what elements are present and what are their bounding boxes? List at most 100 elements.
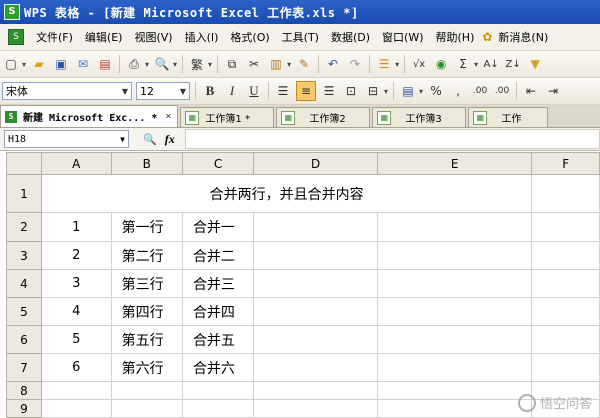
cell[interactable] (181, 399, 255, 418)
cell[interactable] (110, 399, 183, 418)
autosum-icon[interactable]: ◉ (432, 55, 450, 73)
cell-a[interactable]: 4 (40, 297, 112, 326)
select-all-corner[interactable] (6, 152, 42, 175)
cell-b[interactable]: 第四行 (110, 297, 183, 326)
column-header-e[interactable]: E (376, 152, 533, 175)
fx-icon[interactable]: √x (410, 55, 428, 73)
menu-insert[interactable]: 插入(I) (179, 29, 225, 45)
bold-button[interactable]: B (201, 82, 219, 100)
align-center-icon[interactable]: ≡ (296, 81, 316, 101)
sort-ascending-icon[interactable]: A↓ (482, 55, 500, 73)
cell-a[interactable]: 3 (40, 269, 112, 298)
cell-c[interactable]: 合并五 (181, 325, 255, 354)
document-icon[interactable]: S (8, 29, 24, 45)
zoom-icon[interactable]: 🔍 (143, 133, 157, 146)
decrease-indent-icon[interactable]: ⇤ (522, 82, 540, 100)
decrease-decimal-button[interactable]: .00 (493, 82, 511, 100)
cell[interactable] (531, 325, 600, 354)
cell[interactable] (376, 353, 533, 382)
tab-active-document[interactable]: S 新建 Microsoft Exc... * × (0, 105, 179, 127)
row-header[interactable]: 1 (6, 174, 42, 213)
cell[interactable] (253, 399, 378, 418)
close-icon[interactable]: × (165, 111, 171, 122)
cell[interactable] (531, 353, 600, 382)
cell[interactable] (376, 325, 533, 354)
row-header[interactable]: 6 (6, 325, 42, 354)
tab-workbook2[interactable]: ▦ 工作簿2 (276, 107, 371, 127)
print-icon[interactable]: ⎙ (125, 55, 143, 73)
cell[interactable] (253, 297, 378, 326)
merge-center-icon[interactable]: ⊡ (342, 82, 360, 100)
chevron-down-icon[interactable]: ▾ (145, 60, 149, 69)
cell[interactable] (253, 381, 378, 400)
align-left-icon[interactable]: ☰ (274, 82, 292, 100)
menu-help[interactable]: 帮助(H) (430, 29, 481, 45)
cell[interactable] (531, 269, 600, 298)
chevron-down-icon[interactable]: ▾ (287, 60, 291, 69)
tab-workbook4[interactable]: ▦ 工作 (468, 107, 549, 127)
cell[interactable] (376, 297, 533, 326)
cell[interactable] (531, 241, 600, 270)
menu-format[interactable]: 格式(O) (224, 29, 275, 45)
cell-c[interactable]: 合并一 (181, 212, 255, 242)
cell-b[interactable]: 第三行 (110, 269, 183, 298)
redo-icon[interactable]: ↷ (346, 55, 364, 73)
cell[interactable] (531, 174, 600, 213)
merged-cell-a1[interactable]: 合并两行，并且合并内容 (40, 174, 533, 213)
chevron-down-icon[interactable]: ▼ (180, 87, 186, 96)
formula-input[interactable] (184, 129, 600, 149)
column-header-f[interactable]: F (531, 152, 600, 175)
cell[interactable] (40, 381, 112, 400)
cell-a[interactable]: 1 (40, 212, 112, 242)
cell[interactable] (376, 381, 533, 400)
cell[interactable] (531, 212, 600, 242)
cell-b[interactable]: 第五行 (110, 325, 183, 354)
chevron-down-icon[interactable]: ▾ (384, 87, 388, 96)
menu-file[interactable]: 文件(F) (30, 29, 79, 45)
column-header-a[interactable]: A (40, 152, 112, 175)
cell-c[interactable]: 合并四 (181, 297, 255, 326)
thousands-separator-button[interactable]: , (449, 82, 467, 100)
mail-icon[interactable]: ✉ (74, 55, 92, 73)
increase-indent-icon[interactable]: ⇥ (544, 82, 562, 100)
menu-data[interactable]: 数据(D) (325, 29, 376, 45)
cut-icon[interactable]: ✂ (245, 55, 263, 73)
traditional-chinese-button[interactable]: 繁 (188, 55, 206, 73)
wrap-text-icon[interactable]: ⊟ (364, 82, 382, 100)
currency-icon[interactable]: ▤ (399, 82, 417, 100)
row-header[interactable]: 2 (6, 212, 42, 242)
print-preview-icon[interactable]: 🔍 (153, 55, 171, 73)
cell-b[interactable]: 第六行 (110, 353, 183, 382)
font-name-combo[interactable]: 宋体 ▼ (2, 82, 132, 100)
cell[interactable] (181, 381, 255, 400)
increase-decimal-button[interactable]: .00 (471, 82, 489, 100)
filter-icon[interactable]: ▼ (526, 55, 544, 73)
sort-icon[interactable]: ☰ (375, 55, 393, 73)
fx-icon[interactable]: fx (165, 132, 175, 147)
row-header[interactable]: 3 (6, 241, 42, 270)
cell[interactable] (376, 212, 533, 242)
cell-c[interactable]: 合并二 (181, 241, 255, 270)
cell[interactable] (531, 297, 600, 326)
cell[interactable] (110, 381, 183, 400)
chevron-down-icon[interactable]: ▾ (474, 60, 478, 69)
cell[interactable] (376, 269, 533, 298)
tab-workbook3[interactable]: ▦ 工作簿3 (372, 107, 467, 127)
chevron-down-icon[interactable]: ▾ (419, 87, 423, 96)
save-icon[interactable]: ▣ (52, 55, 70, 73)
mascot-icon[interactable]: ✿ (482, 30, 492, 44)
menu-tools[interactable]: 工具(T) (276, 29, 325, 45)
chevron-down-icon[interactable]: ▾ (22, 60, 26, 69)
cell[interactable] (253, 353, 378, 382)
column-header-d[interactable]: D (253, 152, 378, 175)
row-header[interactable]: 5 (6, 297, 42, 326)
cell[interactable] (40, 399, 112, 418)
cell[interactable] (253, 241, 378, 270)
align-right-icon[interactable]: ☰ (320, 82, 338, 100)
paste-icon[interactable]: ▥ (267, 55, 285, 73)
font-size-combo[interactable]: 12 ▼ (136, 82, 190, 100)
cell-a[interactable]: 6 (40, 353, 112, 382)
chevron-down-icon[interactable]: ▾ (208, 60, 212, 69)
open-icon[interactable]: ▰ (30, 55, 48, 73)
menu-window[interactable]: 窗口(W) (376, 29, 429, 45)
